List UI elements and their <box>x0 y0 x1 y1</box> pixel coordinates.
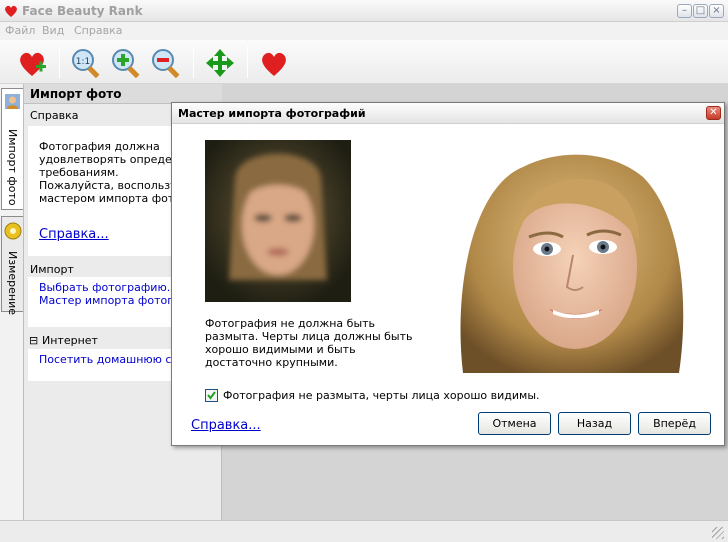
vertical-tabs: Импорт фото Измерение <box>0 84 24 520</box>
homepage-link[interactable]: Посетить домашнюю стра <box>39 353 192 366</box>
resize-grip[interactable] <box>712 527 724 539</box>
tab-measurement-label: Измерение <box>6 251 19 316</box>
dialog-close-button[interactable]: ✕ <box>706 106 721 120</box>
heart-icon[interactable] <box>257 46 291 80</box>
move-arrows-icon[interactable] <box>203 46 237 80</box>
menu-view[interactable]: Вид <box>42 24 64 37</box>
next-button[interactable]: Вперёд <box>638 412 711 435</box>
toolbar-separator <box>247 46 248 78</box>
dialog-title: Мастер импорта фотографий <box>178 107 366 120</box>
zoom-in-icon[interactable] <box>109 46 143 80</box>
checkmark-icon <box>207 391 216 400</box>
import-wizard-dialog: Мастер импорта фотографий ✕ Фотография н… <box>171 102 725 446</box>
internet-collapse-toggle[interactable]: ⊟ <box>29 334 38 347</box>
choose-photo-link[interactable]: Выбрать фотографию... <box>39 281 177 294</box>
menu-help[interactable]: Справка <box>74 24 122 37</box>
sharp-photo-example <box>453 147 689 373</box>
heart-icon <box>5 5 17 17</box>
dialog-help-link[interactable]: Справка... <box>191 418 261 433</box>
panel-help-link[interactable]: Справка... <box>39 227 109 242</box>
svg-text:1:1: 1:1 <box>76 57 90 67</box>
blurred-photo-example <box>205 140 351 302</box>
help-section-title: Справка <box>30 109 79 122</box>
zoom-out-icon[interactable] <box>149 46 183 80</box>
menu-file[interactable]: Файл <box>5 24 35 37</box>
cancel-button[interactable]: Отмена <box>478 412 551 435</box>
not-blurred-checkbox[interactable] <box>205 389 218 402</box>
close-button[interactable]: × <box>709 4 724 18</box>
back-button[interactable]: Назад <box>558 412 631 435</box>
toolbar-separator <box>193 46 194 78</box>
add-heart-icon[interactable] <box>15 46 49 80</box>
tape-measure-icon <box>4 222 22 240</box>
app-titlebar: Face Beauty Rank – □ × <box>0 0 728 22</box>
import-wizard-link[interactable]: Мастер импорта фотогра <box>39 294 187 307</box>
person-icon <box>5 94 20 109</box>
status-bar <box>0 520 728 542</box>
app-title: Face Beauty Rank <box>22 4 143 18</box>
dialog-description: Фотография не должна быть размыта. Черты… <box>205 317 413 369</box>
panel-header: Импорт фото <box>24 84 222 104</box>
not-blurred-checkbox-label[interactable]: Фотография не размыта, черты лица хорошо… <box>223 389 540 402</box>
internet-section-title: Интернет <box>42 334 98 347</box>
tab-import-photo[interactable]: Импорт фото <box>1 88 23 210</box>
toolbar: 1:1 <box>0 40 728 84</box>
tab-measurement[interactable]: Измерение <box>1 216 23 316</box>
dialog-titlebar: Мастер импорта фотографий ✕ <box>172 103 724 124</box>
minimize-button[interactable]: – <box>677 4 692 18</box>
menu-bar: Файл Вид Справка <box>0 22 728 40</box>
toolbar-separator <box>59 46 60 78</box>
import-section-title: Импорт <box>30 263 74 276</box>
tab-import-photo-label: Импорт фото <box>6 129 19 206</box>
panel-title: Импорт фото <box>30 87 122 101</box>
maximize-button[interactable]: □ <box>693 4 708 18</box>
zoom-actual-icon[interactable]: 1:1 <box>69 46 103 80</box>
